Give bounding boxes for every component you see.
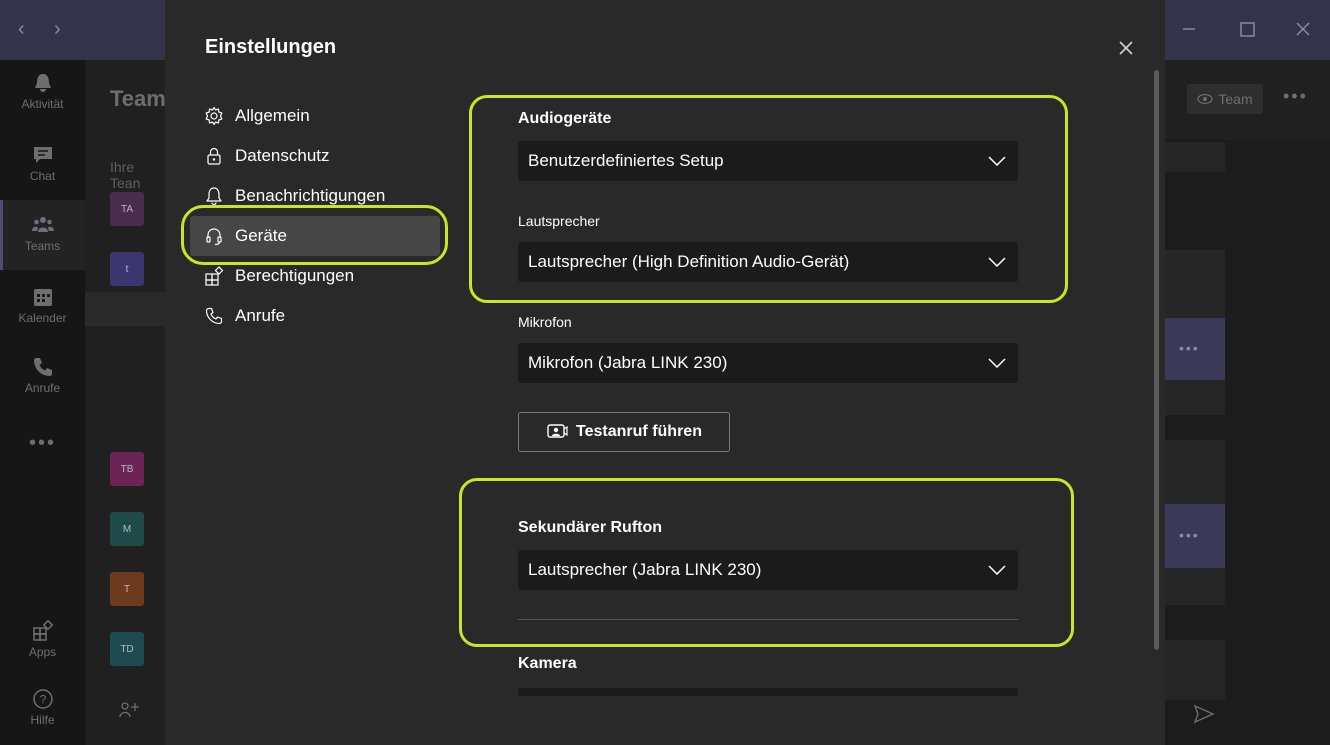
microphone-label: Mikrofon: [518, 314, 572, 330]
help-icon: ?: [32, 689, 53, 709]
highlight-secondary-ringer: [459, 478, 1074, 647]
calendar-icon: [33, 289, 52, 306]
nav-item-label: Anrufe: [235, 306, 286, 325]
message-options-icon[interactable]: •••: [1179, 340, 1200, 356]
highlight-devices-nav: [181, 205, 448, 265]
permissions-icon: [205, 266, 224, 286]
scrollbar-thumb[interactable]: [1154, 70, 1159, 650]
selected-channel-row: [85, 292, 165, 326]
rail-label: Chat: [29, 169, 56, 183]
team-avatar[interactable]: TB: [110, 452, 144, 486]
chevron-down-icon: [988, 358, 1006, 368]
message-options-icon[interactable]: •••: [1179, 527, 1200, 543]
rail-chat[interactable]: Chat: [0, 144, 85, 183]
bell-icon: [206, 187, 222, 206]
rail-label: Anrufe: [24, 381, 61, 395]
microphone-select[interactable]: Mikrofon (Jabra LINK 230): [518, 343, 1018, 383]
highlight-audio-section: [469, 95, 1068, 303]
panel-subtitle: Ihre Tean: [110, 159, 141, 191]
team-view-button[interactable]: Team: [1187, 84, 1263, 114]
test-call-label: Testanruf führen: [576, 423, 702, 440]
forward-icon[interactable]: ›: [54, 18, 61, 41]
chat-icon: [33, 147, 52, 163]
nav-item-label: Datenschutz: [235, 146, 330, 165]
maximize-icon[interactable]: [1240, 22, 1255, 37]
background-content: Team ••• ••• •••: [1165, 60, 1330, 745]
rail-calendar[interactable]: Kalender: [0, 286, 85, 325]
rail-apps[interactable]: Apps: [0, 620, 85, 659]
app-rail: Aktivität Chat Teams Kalender Anrufe •••…: [0, 60, 85, 745]
camera-select[interactable]: [518, 688, 1018, 696]
minimize-icon[interactable]: [1182, 22, 1196, 36]
gear-icon: [205, 106, 223, 126]
dialog-title: Einstellungen: [205, 36, 337, 58]
nav-item-label: Berechtigungen: [235, 266, 355, 285]
rail-label: Hilfe: [30, 713, 55, 727]
rail-label: Apps: [28, 645, 57, 659]
nav-item-privacy[interactable]: Datenschutz: [190, 136, 440, 176]
window-close-icon[interactable]: [1296, 22, 1310, 36]
team-avatar[interactable]: TA: [110, 192, 144, 226]
team-avatar[interactable]: T: [110, 572, 144, 606]
rail-label: Aktivität: [21, 97, 64, 111]
rail-teams[interactable]: Teams: [0, 200, 85, 270]
team-avatar[interactable]: t: [110, 252, 144, 286]
more-options-icon[interactable]: •••: [1283, 86, 1308, 107]
phone-icon: [33, 358, 52, 376]
phone-icon: [205, 307, 223, 325]
rail-label: Kalender: [18, 311, 67, 325]
teams-icon: [31, 217, 54, 232]
nav-item-general[interactable]: Allgemein: [190, 96, 440, 136]
back-icon[interactable]: ‹: [18, 18, 25, 41]
eye-icon: [1197, 93, 1213, 105]
nav-item-calls[interactable]: Anrufe: [190, 296, 440, 336]
nav-item-label: Benachrichtigungen: [235, 186, 386, 205]
rail-help[interactable]: ? Hilfe: [0, 688, 85, 727]
camera-title: Kamera: [518, 655, 577, 672]
team-avatar[interactable]: TD: [110, 632, 144, 666]
test-call-icon: [547, 424, 568, 438]
send-icon[interactable]: [1193, 704, 1215, 724]
close-icon[interactable]: [1114, 36, 1138, 60]
apps-icon: [32, 620, 53, 641]
team-avatar[interactable]: M: [110, 512, 144, 546]
test-call-button[interactable]: Testanruf führen: [518, 412, 730, 452]
panel-title: Team: [110, 86, 166, 111]
nav-item-label: Allgemein: [235, 106, 310, 125]
rail-activity[interactable]: Aktivität: [0, 72, 85, 111]
rail-label: Teams: [24, 239, 61, 253]
join-team-icon[interactable]: [118, 700, 140, 720]
more-apps-icon[interactable]: •••: [0, 432, 85, 455]
microphone-value: Mikrofon (Jabra LINK 230): [528, 353, 728, 372]
bell-icon: [34, 74, 51, 92]
lock-icon: [207, 147, 221, 165]
svg-text:?: ?: [39, 693, 46, 707]
team-view-label: Team: [1218, 91, 1253, 107]
rail-calls[interactable]: Anrufe: [0, 356, 85, 395]
